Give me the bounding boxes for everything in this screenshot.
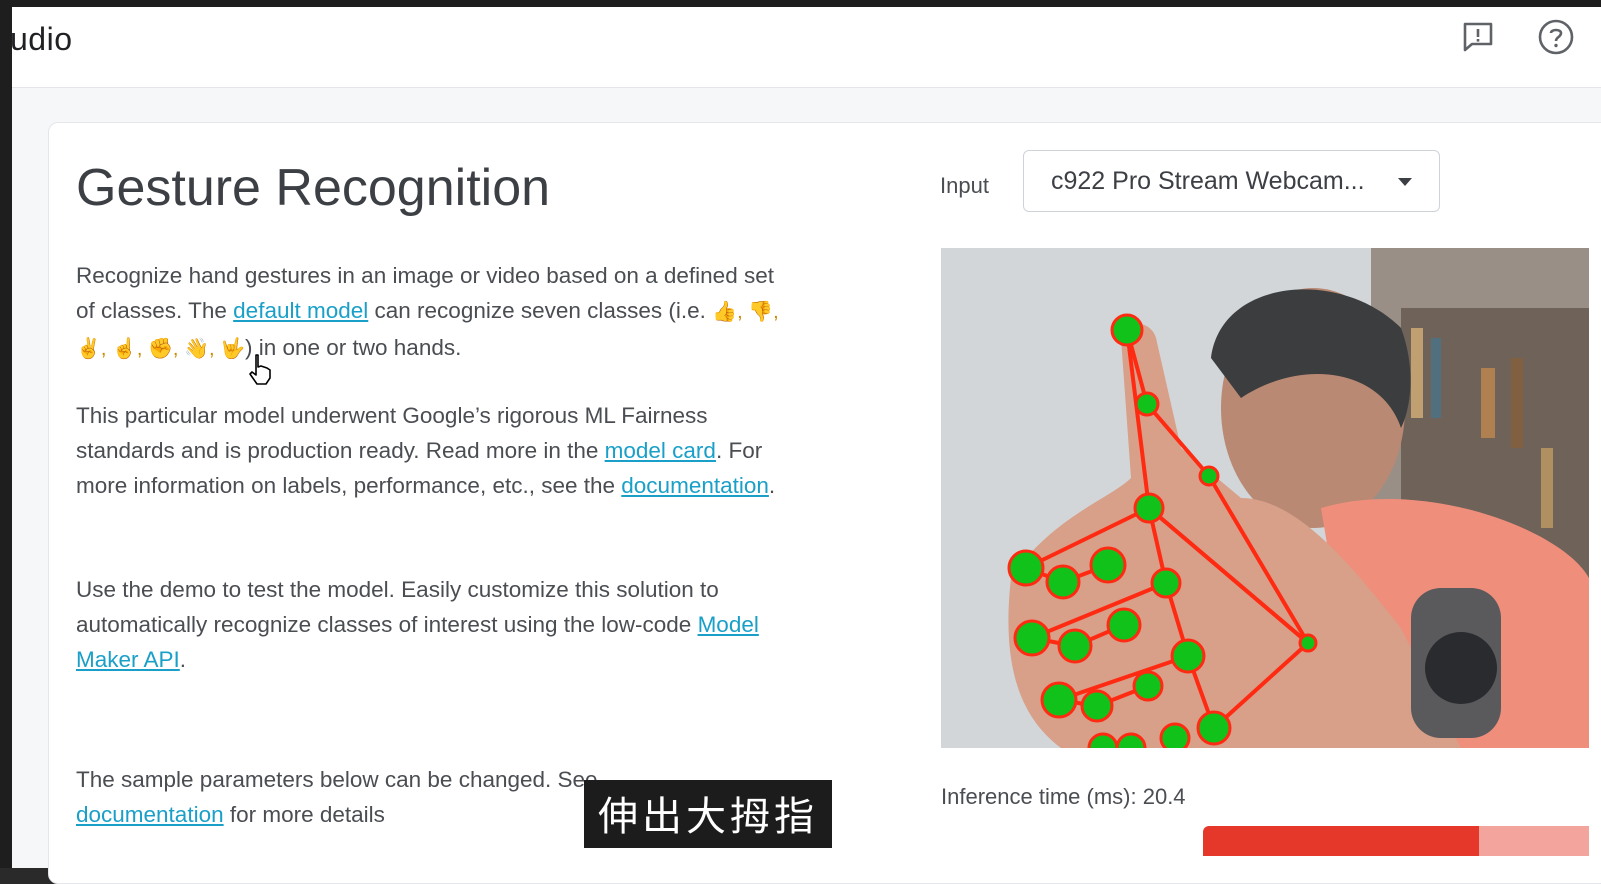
mouse-cursor-icon — [249, 354, 271, 385]
book-3 — [1481, 368, 1495, 438]
demo-text-2: . — [179, 647, 187, 672]
page-title: Gesture Recognition — [76, 159, 551, 217]
book-4 — [1511, 358, 1523, 448]
default-model-link[interactable]: default model — [233, 298, 368, 323]
frame-top — [0, 0, 1601, 7]
app-title: udio — [10, 21, 73, 57]
feedback-icon[interactable] — [1460, 19, 1496, 55]
fairness-text-3: . — [768, 473, 776, 498]
help-icon[interactable] — [1536, 17, 1576, 57]
video-frame — [941, 248, 1589, 748]
input-source-select[interactable]: c922 Pro Stream Webcam... — [1023, 150, 1440, 212]
documentation-link[interactable]: documentation — [621, 473, 769, 498]
frame-left — [0, 0, 12, 868]
demo-text-1: Use the demo to test the model. Easily c… — [76, 577, 719, 637]
book-2 — [1431, 338, 1441, 418]
intro-text-3: ) in one or two hands. — [244, 335, 462, 360]
demo-paragraph: Use the demo to test the model. Easily c… — [76, 572, 796, 677]
input-label: Input — [940, 173, 989, 198]
gesture-score-bar — [1203, 826, 1479, 856]
inference-time: Inference time (ms): 20.4 — [941, 784, 1186, 809]
fairness-paragraph: This particular model underwent Google’s… — [76, 398, 796, 503]
intro-paragraph: Recognize hand gestures in an image or v… — [76, 258, 796, 367]
book-5 — [1541, 448, 1553, 528]
video-subtitle: 伸出大拇指 — [584, 780, 832, 848]
book-1 — [1411, 328, 1423, 418]
chevron-down-icon[interactable] — [1398, 178, 1412, 186]
parameters-documentation-link[interactable]: documentation — [76, 802, 224, 827]
model-card-link[interactable]: model card — [605, 438, 716, 463]
top-bar: udio — [10, 7, 1601, 88]
gesture-score-bar-remainder — [1479, 826, 1589, 856]
parameters-text-1: The sample parameters below can be chang… — [76, 767, 598, 792]
webcam-video-feed — [941, 248, 1589, 748]
parameters-text-2: for more details — [223, 802, 385, 827]
watch-face — [1425, 632, 1497, 704]
intro-text-2: can recognize seven classes (i.e. — [368, 298, 713, 323]
